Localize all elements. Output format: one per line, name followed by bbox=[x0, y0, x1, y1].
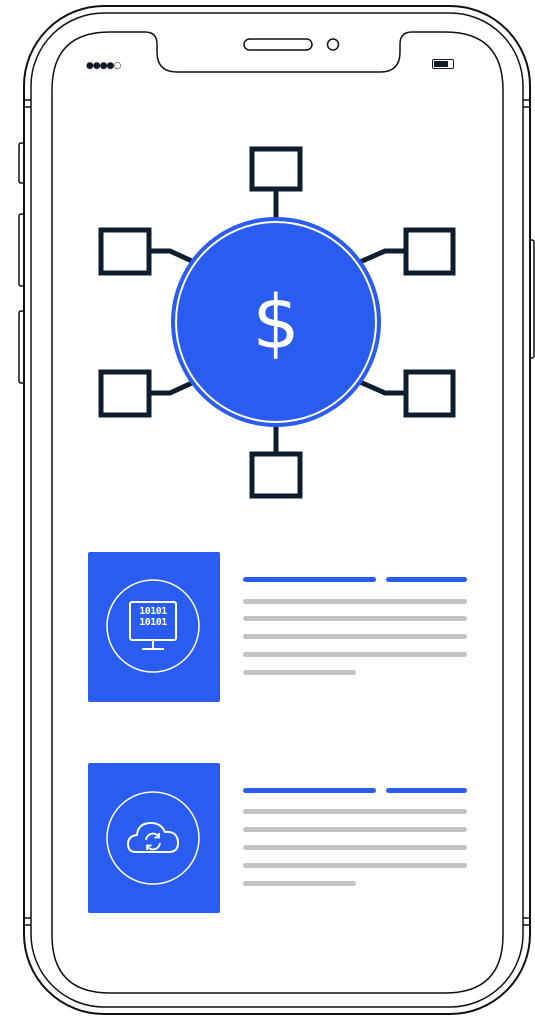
text-line bbox=[243, 670, 356, 675]
front-camera bbox=[326, 38, 340, 51]
text-line bbox=[243, 599, 467, 604]
title-line bbox=[243, 577, 376, 582]
battery-level bbox=[434, 61, 448, 67]
binary-code-text: 10101 10101 bbox=[139, 606, 167, 628]
speaker-grille bbox=[243, 38, 313, 51]
title-line bbox=[386, 577, 467, 582]
dollar-symbol: $ bbox=[252, 280, 300, 366]
title-line bbox=[386, 788, 467, 793]
text-line bbox=[243, 863, 467, 868]
text-line bbox=[243, 616, 467, 621]
cloud-sync-icon bbox=[106, 791, 200, 885]
cloud-sync-card[interactable] bbox=[88, 763, 220, 913]
title-line bbox=[243, 788, 376, 793]
text-line bbox=[243, 845, 467, 850]
text-line bbox=[243, 634, 467, 639]
text-line bbox=[243, 652, 467, 657]
text-line bbox=[243, 881, 356, 886]
signal-strength-icon: ●●●●○ bbox=[86, 61, 121, 71]
text-line bbox=[243, 809, 467, 814]
battery-icon bbox=[432, 59, 454, 69]
text-line bbox=[243, 827, 467, 832]
